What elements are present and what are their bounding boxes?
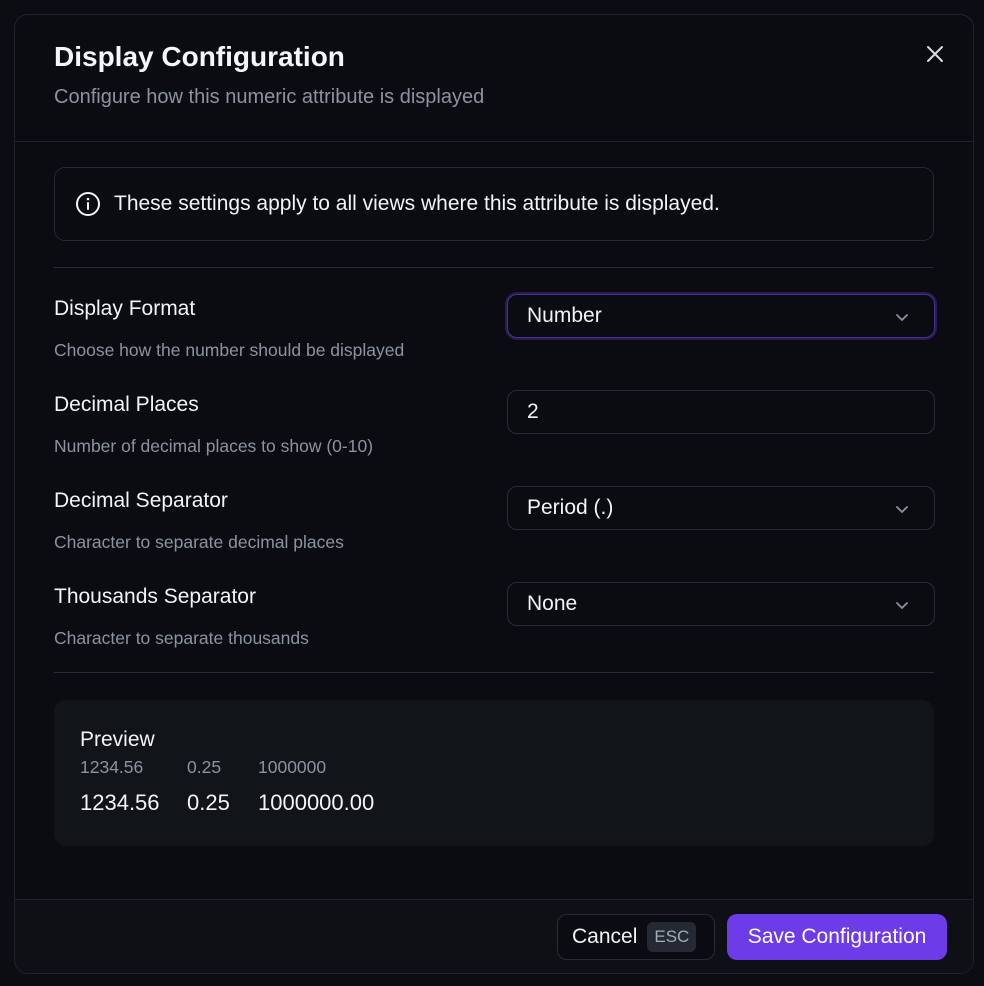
decimal-places-row: Decimal Places Number of decimal places …: [54, 390, 935, 486]
decimal-places-label: Decimal Places: [54, 393, 199, 416]
decimal-separator-value: Period (.): [527, 496, 614, 519]
display-format-row: Display Format Choose how the number sho…: [54, 294, 935, 390]
chevron-down-icon: [892, 595, 912, 615]
chevron-down-icon: [892, 499, 912, 519]
dialog-footer: Cancel ESC Save Configuration: [15, 899, 973, 973]
info-banner: These settings apply to all views where …: [54, 167, 934, 241]
decimal-separator-row: Decimal Separator Character to separate …: [54, 486, 935, 582]
preview-output: 0.25: [187, 790, 230, 815]
thousands-separator-select[interactable]: None: [507, 582, 935, 626]
save-configuration-button[interactable]: Save Configuration: [727, 914, 947, 960]
thousands-separator-row: Thousands Separator Character to separat…: [54, 582, 935, 678]
cancel-button-label: Cancel: [572, 925, 638, 948]
preview-input-values: 1234.56 0.25 1000000: [80, 757, 326, 778]
decimal-places-description: Number of decimal places to show (0-10): [54, 436, 374, 456]
section-divider: [54, 267, 934, 268]
preview-title: Preview: [80, 728, 155, 751]
thousands-separator-value: None: [527, 592, 578, 615]
info-icon: [75, 191, 101, 217]
info-banner-text: These settings apply to all views where …: [114, 192, 720, 215]
decimal-separator-description: Character to separate decimal places: [54, 532, 344, 552]
display-format-label: Display Format: [54, 297, 196, 320]
decimal-places-value: 2: [527, 400, 539, 423]
preview-input: 1000000: [258, 757, 327, 777]
dialog-title: Display Configuration: [54, 41, 345, 72]
display-format-select[interactable]: Number: [507, 294, 935, 338]
dialog-body: These settings apply to all views where …: [15, 142, 973, 902]
close-icon: [927, 46, 943, 62]
decimal-separator-label: Decimal Separator: [54, 489, 228, 512]
preview-panel: Preview 1234.56 0.25 1000000 1234.56 0.2…: [54, 700, 934, 846]
dialog-subtitle: Configure how this numeric attribute is …: [54, 86, 485, 108]
dialog-header: Display Configuration Configure how this…: [15, 15, 973, 142]
thousands-separator-label: Thousands Separator: [54, 585, 256, 608]
preview-input: 1234.56: [80, 757, 144, 777]
decimal-separator-select[interactable]: Period (.): [507, 486, 935, 530]
chevron-down-icon: [892, 307, 912, 327]
display-format-description: Choose how the number should be displaye…: [54, 340, 405, 360]
display-configuration-dialog: Display Configuration Configure how this…: [14, 14, 974, 974]
display-format-value: Number: [527, 304, 602, 327]
thousands-separator-description: Character to separate thousands: [54, 628, 309, 648]
decimal-places-input[interactable]: 2: [507, 390, 935, 434]
esc-shortcut-badge: ESC: [647, 922, 697, 952]
cancel-button[interactable]: Cancel ESC: [557, 914, 715, 960]
preview-output: 1234.56: [80, 790, 160, 815]
preview-output: 1000000.00: [258, 790, 375, 815]
preview-input: 0.25: [187, 757, 222, 777]
preview-output-values: 1234.56 0.25 1000000.00: [80, 790, 374, 816]
close-button[interactable]: [923, 42, 947, 66]
